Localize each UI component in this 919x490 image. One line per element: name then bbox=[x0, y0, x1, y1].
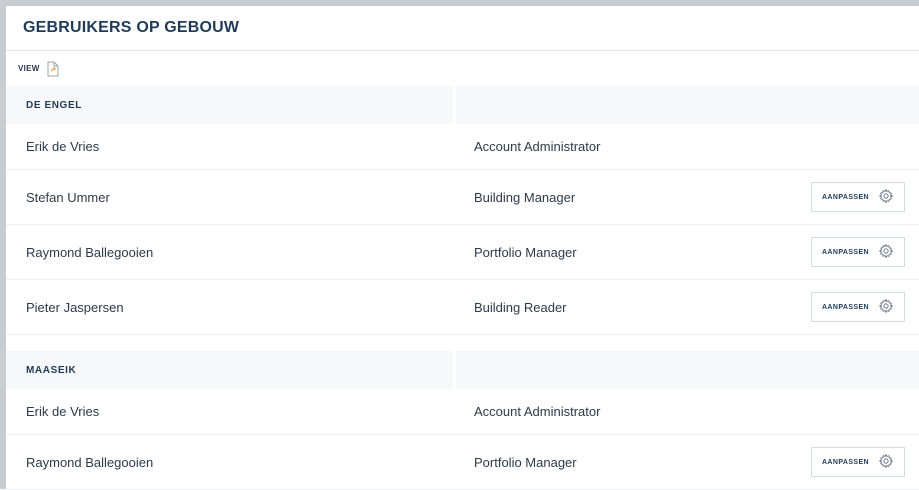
user-row: Erik de Vries Account Administrator bbox=[6, 124, 919, 170]
gear-icon bbox=[878, 298, 894, 317]
user-role: Account Administrator bbox=[474, 139, 601, 154]
user-row: Raymond Ballegooien Portfolio Manager AANP… bbox=[6, 225, 919, 280]
edit-button[interactable]: AANPASSEN bbox=[811, 237, 905, 267]
view-label: VIEW bbox=[18, 64, 40, 73]
users-panel: GEBRUIKERS OP GEBOUW VIEW DE ENGEL Erik d… bbox=[0, 0, 919, 490]
group-name: DE ENGEL bbox=[6, 86, 454, 124]
gear-icon bbox=[878, 188, 894, 207]
user-name: Raymond Ballegooien bbox=[6, 225, 454, 280]
user-role: Building Reader bbox=[474, 299, 567, 315]
user-name: Erik de Vries bbox=[6, 389, 454, 435]
user-role: Account Administrator bbox=[474, 404, 601, 419]
user-role: Building Manager bbox=[474, 189, 576, 205]
groups-list: DE ENGEL Erik de Vries Account Administrat… bbox=[6, 86, 919, 490]
user-role-cell: Building Manager AANPASSEN bbox=[454, 170, 919, 225]
user-role-cell: Portfolio Manager AANPASSEN bbox=[454, 435, 919, 490]
user-role-cell: Account Administrator bbox=[454, 389, 919, 435]
page-title: GEBRUIKERS OP GEBOUW bbox=[23, 19, 240, 36]
document-export-icon[interactable] bbox=[46, 61, 60, 77]
edit-button-label: AANPASSEN bbox=[821, 193, 870, 201]
edit-button-label: AANPASSEN bbox=[821, 248, 870, 256]
user-name: Erik de Vries bbox=[6, 124, 454, 170]
user-name: Raymond Ballegooien bbox=[6, 435, 454, 490]
user-role: Portfolio Manager bbox=[474, 454, 577, 470]
user-role: Portfolio Manager bbox=[474, 244, 577, 260]
group-header-filler bbox=[454, 351, 919, 389]
panel-header: GEBRUIKERS OP GEBOUW bbox=[6, 6, 919, 51]
view-toolbar: VIEW bbox=[6, 51, 919, 86]
user-row: Stefan Ummer Building Manager AANPASSEN bbox=[6, 170, 919, 225]
user-row: Erik de Vries Account Administrator bbox=[6, 389, 919, 435]
group-name: MAASEIK bbox=[6, 351, 454, 389]
edit-button[interactable]: AANPASSEN bbox=[811, 182, 905, 212]
edit-button[interactable]: AANPASSEN bbox=[811, 292, 905, 322]
user-name: Stefan Ummer bbox=[6, 170, 454, 225]
edit-button-label: AANPASSEN bbox=[821, 303, 870, 311]
user-row: Pieter Jaspersen Building Reader AANPASSEN bbox=[6, 280, 919, 335]
gear-icon bbox=[878, 453, 894, 472]
user-role-cell: Building Reader AANPASSEN bbox=[454, 280, 919, 335]
user-role-cell: Portfolio Manager AANPASSEN bbox=[454, 225, 919, 280]
user-role-cell: Account Administrator bbox=[454, 124, 919, 170]
gear-icon bbox=[878, 243, 894, 262]
group-header: DE ENGEL bbox=[6, 86, 919, 124]
group-header-filler bbox=[454, 86, 919, 124]
edit-button[interactable]: AANPASSEN bbox=[811, 447, 905, 477]
user-name: Pieter Jaspersen bbox=[6, 280, 454, 335]
edit-button-label: AANPASSEN bbox=[821, 458, 870, 466]
group-header: MAASEIK bbox=[6, 351, 919, 389]
user-row: Raymond Ballegooien Portfolio Manager AANP… bbox=[6, 435, 919, 490]
